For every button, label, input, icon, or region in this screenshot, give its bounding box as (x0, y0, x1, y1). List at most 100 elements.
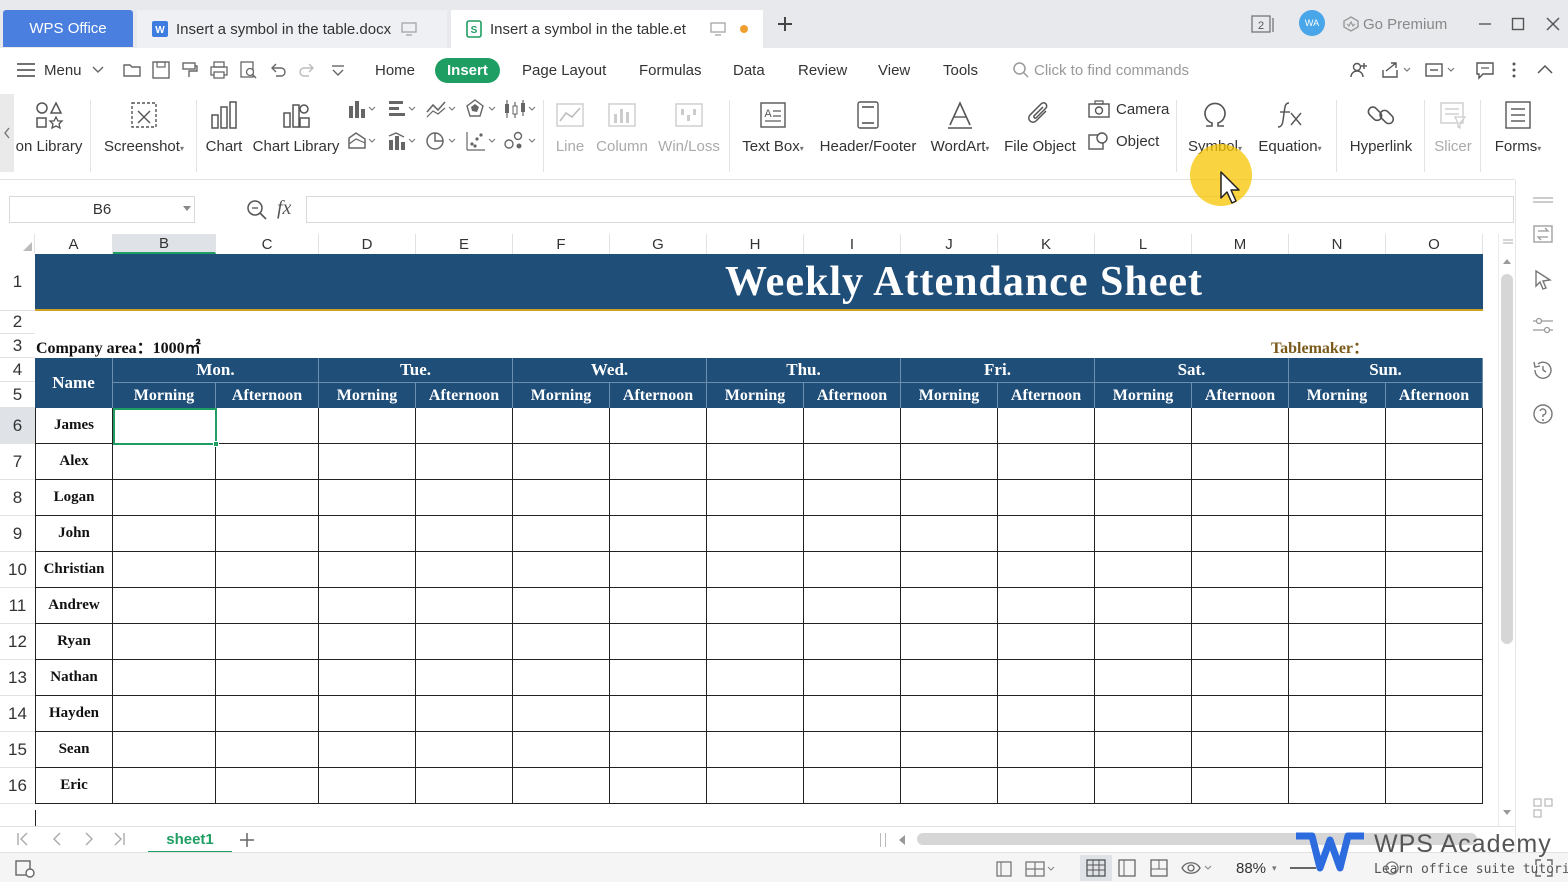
table-cell[interactable] (1192, 516, 1289, 552)
table-cell[interactable] (216, 444, 319, 480)
table-cell[interactable] (1192, 480, 1289, 516)
hyperlink-button[interactable]: Hyperlink (1344, 96, 1418, 155)
name-cell[interactable]: Logan (35, 480, 113, 516)
sparkline-winloss-button[interactable]: Win/Loss (656, 96, 722, 155)
line-chart-icon[interactable] (425, 98, 457, 120)
freeze-panes-icon[interactable] (1024, 860, 1058, 878)
table-cell[interactable] (319, 624, 416, 660)
screen-icon[interactable] (401, 22, 417, 36)
table-cell[interactable] (1192, 444, 1289, 480)
row-header-15[interactable]: 15 (0, 732, 35, 768)
protect-icon[interactable] (994, 860, 1014, 878)
column-header-h[interactable]: H (707, 234, 804, 254)
day-header-sun[interactable]: Sun. (1289, 358, 1483, 382)
vertical-scrollbar[interactable] (1498, 234, 1515, 826)
table-cell[interactable] (513, 588, 610, 624)
name-cell[interactable]: Hayden (35, 696, 113, 732)
table-cell[interactable] (610, 552, 707, 588)
table-cell[interactable] (1095, 732, 1192, 768)
table-cell[interactable] (319, 588, 416, 624)
screenshot-button[interactable]: Screenshot▾ (100, 96, 188, 155)
table-cell[interactable] (113, 444, 216, 480)
scroll-up-icon[interactable] (1503, 258, 1511, 264)
table-cell[interactable] (1095, 444, 1192, 480)
table-cell[interactable] (998, 660, 1095, 696)
table-cell[interactable] (216, 768, 319, 804)
table-cell[interactable] (319, 516, 416, 552)
command-search[interactable]: Click to find commands (1012, 48, 1189, 92)
table-cell[interactable] (513, 516, 610, 552)
table-cell[interactable] (1095, 660, 1192, 696)
table-cell[interactable] (998, 444, 1095, 480)
column-header-b[interactable]: B (113, 234, 216, 254)
normal-view-button[interactable] (1080, 855, 1112, 881)
column-header-i[interactable]: I (804, 234, 901, 254)
name-cell[interactable]: Andrew (35, 588, 113, 624)
table-cell[interactable] (1095, 624, 1192, 660)
next-sheet-icon[interactable] (82, 832, 96, 846)
text-box-button[interactable]: A Text Box▾ (736, 96, 810, 155)
column-chart-icon[interactable] (347, 98, 377, 120)
open-folder-icon[interactable] (122, 60, 142, 80)
table-cell[interactable] (998, 588, 1095, 624)
sparkline-line-button[interactable]: Line (548, 96, 592, 155)
table-cell[interactable] (319, 480, 416, 516)
table-cell[interactable] (513, 408, 610, 444)
name-box[interactable]: B6 (9, 196, 195, 223)
table-cell[interactable] (610, 480, 707, 516)
transfer-icon[interactable] (1531, 222, 1555, 246)
table-cell[interactable] (1386, 660, 1483, 696)
zoom-lookup-icon[interactable] (246, 199, 268, 221)
row-header-5[interactable]: 5 (0, 382, 35, 408)
table-cell[interactable] (216, 516, 319, 552)
table-cell[interactable] (1192, 552, 1289, 588)
table-cell[interactable] (1192, 732, 1289, 768)
scroll-down-icon[interactable] (1503, 810, 1511, 816)
split-grip-icon[interactable] (880, 833, 886, 847)
customize-quick-access-icon[interactable] (328, 60, 348, 80)
object-button[interactable]: Object (1088, 131, 1159, 151)
column-header-l[interactable]: L (1095, 234, 1192, 254)
afternoon-header[interactable]: Afternoon (416, 382, 513, 408)
table-cell[interactable] (1289, 588, 1386, 624)
column-header-g[interactable]: G (610, 234, 707, 254)
column-header-k[interactable]: K (998, 234, 1095, 254)
table-cell[interactable] (216, 408, 319, 444)
sparkline-column-button[interactable]: Column (594, 96, 650, 155)
chart-library-button[interactable]: Chart Library (253, 96, 339, 155)
table-cell[interactable] (901, 732, 998, 768)
table-cell[interactable] (1386, 552, 1483, 588)
window-count-icon[interactable]: 2 (1250, 12, 1278, 36)
bar-chart-horizontal-icon[interactable] (387, 98, 417, 120)
table-cell[interactable] (1192, 588, 1289, 624)
row-header-13[interactable]: 13 (0, 660, 35, 696)
tab-page-layout[interactable]: Page Layout (522, 48, 606, 92)
tab-spreadsheet-et[interactable]: S Insert a symbol in the table.et (451, 10, 763, 48)
morning-header[interactable]: Morning (513, 382, 610, 408)
bubble-chart-icon[interactable] (503, 130, 537, 152)
table-cell[interactable] (216, 588, 319, 624)
table-cell[interactable] (1289, 552, 1386, 588)
table-cell[interactable] (1192, 696, 1289, 732)
table-cell[interactable] (1386, 696, 1483, 732)
radar-chart-icon[interactable] (465, 98, 497, 120)
pane-toggle-icon[interactable] (1531, 796, 1555, 820)
table-cell[interactable] (1095, 588, 1192, 624)
table-cell[interactable] (1095, 480, 1192, 516)
table-cell[interactable] (416, 768, 513, 804)
table-cell[interactable] (1289, 660, 1386, 696)
row-header-7[interactable]: 7 (0, 444, 35, 480)
go-premium-button[interactable]: Go Premium (1342, 13, 1447, 35)
tab-data[interactable]: Data (733, 48, 765, 92)
table-cell[interactable] (113, 588, 216, 624)
table-cell[interactable] (113, 516, 216, 552)
name-box-dropdown-icon[interactable] (183, 206, 191, 212)
table-cell[interactable] (216, 552, 319, 588)
table-cell[interactable] (1386, 624, 1483, 660)
day-header-sat[interactable]: Sat. (1095, 358, 1289, 382)
column-header-m[interactable]: M (1192, 234, 1289, 254)
table-cell[interactable] (901, 588, 998, 624)
table-cell[interactable] (1289, 408, 1386, 444)
macro-record-icon[interactable] (14, 859, 36, 879)
table-cell[interactable] (1095, 768, 1192, 804)
